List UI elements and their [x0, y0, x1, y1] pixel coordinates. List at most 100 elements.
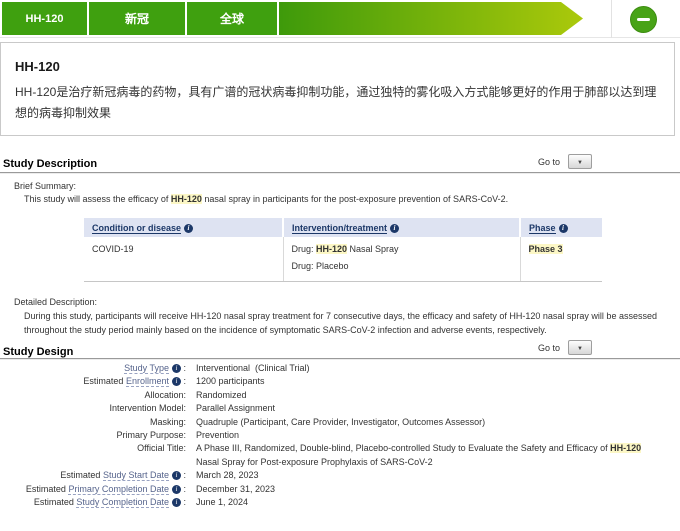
goto-label: Go to [538, 343, 560, 353]
card-description: HH-120是治疗新冠病毒的药物，具有广谱的冠状病毒抑制功能，通过独特的雾化吸入… [15, 82, 663, 124]
topbar-segment-label: HH-120 [26, 13, 64, 25]
row-label: Masking: [0, 416, 186, 429]
intervention-cell: Drug: HH-120 Nasal Spray Drug: Placebo [283, 237, 520, 281]
study-start-date-link[interactable]: Study Start Date [103, 470, 169, 481]
chevron-down-icon: ▼ [577, 346, 583, 352]
drug-prefix: Drug: [292, 244, 317, 254]
drug-suffix: Nasal Spray [347, 244, 399, 254]
goto-control-study-description: Go to ▼ [538, 154, 592, 169]
collapse-minus-button[interactable] [630, 6, 657, 33]
info-icon[interactable]: i [172, 498, 181, 507]
row-label: Estimated Study Completion Datei : [0, 496, 186, 509]
drug-name-highlight: HH-120 [316, 244, 347, 254]
label-prefix: Estimated [83, 376, 126, 386]
enrollment-link[interactable]: Enrollment [126, 376, 169, 387]
brief-summary-text: This study will assess the efficacy of H… [24, 194, 654, 204]
header-condition: Condition or diseasei [84, 218, 283, 237]
row-official-title: Official Title: A Phase III, Randomized,… [0, 442, 672, 469]
study-design-heading: Study Design [3, 346, 73, 358]
row-label: Primary Purpose: [0, 429, 186, 442]
row-value: Prevention [186, 429, 239, 442]
topbar-divider [611, 0, 612, 38]
chevron-down-icon: ▼ [577, 160, 583, 166]
intervention-drug-2: Drug: Placebo [292, 261, 512, 271]
row-study-completion-date: Estimated Study Completion Datei : June … [0, 496, 672, 509]
goto-control-study-design: Go to ▼ [538, 340, 592, 355]
label-prefix: Estimated [34, 497, 77, 507]
topbar-segment-quanqiu[interactable]: 全球 [187, 2, 277, 35]
row-label: Estimated Primary Completion Datei : [0, 483, 186, 496]
drug-name-highlight: HH-120 [171, 194, 202, 204]
condition-cell: COVID-19 [84, 237, 283, 281]
row-value: Interventional (Clinical Trial) [186, 362, 310, 375]
row-label: Estimated Enrollmenti : [0, 375, 186, 388]
info-icon[interactable]: i [559, 224, 568, 233]
brief-summary-post: nasal spray in participants for the post… [202, 194, 508, 204]
drug-name-highlight: HH-120 [610, 443, 641, 453]
topbar-segment-xinguan[interactable]: 新冠 [89, 2, 185, 35]
progress-arrow-banner [279, 2, 583, 35]
row-value: March 28, 2023 [186, 469, 259, 482]
goto-dropdown-button[interactable]: ▼ [568, 154, 592, 169]
table-header-row: Condition or diseasei Intervention/treat… [84, 218, 602, 237]
detailed-description-label: Detailed Description: [14, 297, 97, 307]
row-label: Estimated Study Start Datei : [0, 469, 186, 482]
section-divider [0, 172, 680, 174]
row-start-date: Estimated Study Start Datei : March 28, … [0, 469, 672, 482]
header-phase: Phasei [520, 218, 602, 237]
brief-summary-pre: This study will assess the efficacy of [24, 194, 171, 204]
study-design-list: Study Typei : Interventional (Clinical T… [0, 362, 672, 509]
title-pre: A Phase III, Randomized, Double-blind, P… [196, 443, 610, 453]
row-value: Parallel Assignment [186, 402, 275, 415]
info-icon[interactable]: i [172, 471, 181, 480]
brief-summary-label: Brief Summary: [14, 181, 76, 191]
table-row: COVID-19 Drug: HH-120 Nasal Spray Drug: … [84, 237, 602, 281]
info-icon[interactable]: i [184, 224, 193, 233]
condition-header-link[interactable]: Condition or disease [92, 223, 181, 234]
row-value: 1200 participants [186, 375, 265, 388]
info-icon[interactable]: i [172, 485, 181, 494]
row-label: Allocation: [0, 389, 186, 402]
row-value: Quadruple (Participant, Care Provider, I… [186, 416, 485, 429]
row-enrollment: Estimated Enrollmenti : 1200 participant… [0, 375, 672, 388]
topbar-segment-hh120[interactable]: HH-120 [2, 2, 87, 35]
row-value: A Phase III, Randomized, Double-blind, P… [186, 442, 644, 469]
top-breadcrumb-bar: HH-120 新冠 全球 [0, 0, 680, 38]
goto-label: Go to [538, 157, 560, 167]
row-primary-purpose: Primary Purpose: Prevention [0, 429, 672, 442]
label-prefix: Estimated [26, 484, 69, 494]
section-divider [0, 358, 680, 360]
page: HH-120 新冠 全球 HH-120 HH-120是治疗新冠病毒的药物，具有广… [0, 0, 680, 531]
minus-icon [637, 18, 650, 21]
row-value: December 31, 2023 [186, 483, 275, 496]
info-icon[interactable]: i [390, 224, 399, 233]
row-primary-completion-date: Estimated Primary Completion Datei : Dec… [0, 483, 672, 496]
info-icon[interactable]: i [172, 364, 181, 373]
phase-badge: Phase 3 [529, 244, 563, 254]
row-allocation: Allocation: Randomized [0, 389, 672, 402]
drug-summary-card: HH-120 HH-120是治疗新冠病毒的药物，具有广谱的冠状病毒抑制功能，通过… [0, 42, 675, 136]
detailed-description-text: During this study, participants will rec… [24, 310, 660, 337]
study-type-link[interactable]: Study Type [124, 363, 169, 374]
row-masking: Masking: Quadruple (Participant, Care Pr… [0, 416, 672, 429]
topbar-segment-label: 全球 [220, 10, 244, 27]
phase-header-link[interactable]: Phase [529, 223, 556, 234]
row-value: June 1, 2024 [186, 496, 248, 509]
label-prefix: Estimated [60, 470, 103, 480]
intervention-drug-1: Drug: HH-120 Nasal Spray [292, 244, 512, 254]
conditions-table: Condition or diseasei Intervention/treat… [84, 218, 602, 282]
row-label: Official Title: [0, 442, 186, 455]
row-study-type: Study Typei : Interventional (Clinical T… [0, 362, 672, 375]
row-label: Study Typei : [0, 362, 186, 375]
row-label: Intervention Model: [0, 402, 186, 415]
header-intervention: Intervention/treatmenti [283, 218, 520, 237]
primary-completion-date-link[interactable]: Primary Completion Date [68, 484, 169, 495]
intervention-header-link[interactable]: Intervention/treatment [292, 223, 387, 234]
info-icon[interactable]: i [172, 377, 181, 386]
study-completion-date-link[interactable]: Study Completion Date [76, 497, 169, 508]
phase-cell: Phase 3 [520, 237, 602, 281]
row-value: Randomized [186, 389, 247, 402]
card-title: HH-120 [15, 59, 660, 74]
topbar-segment-label: 新冠 [125, 10, 149, 27]
goto-dropdown-button[interactable]: ▼ [568, 340, 592, 355]
